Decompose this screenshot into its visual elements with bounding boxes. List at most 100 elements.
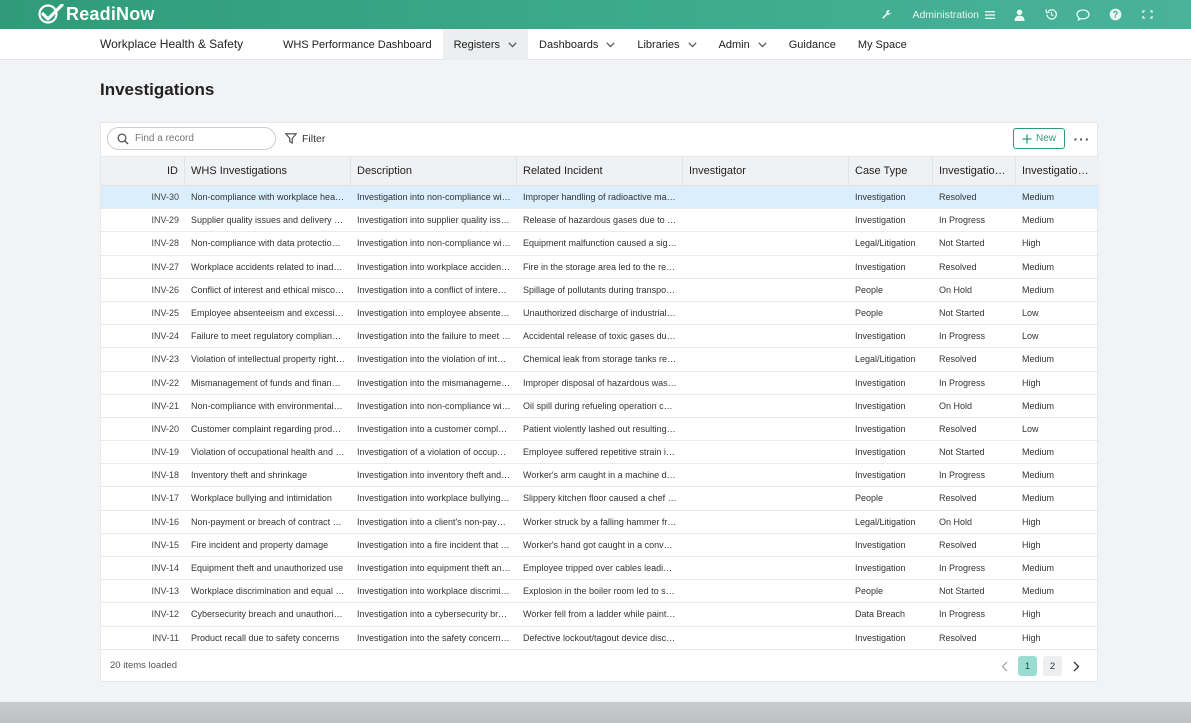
cell-investigation-priority: Medium (1022, 400, 1055, 411)
nav-guidance[interactable]: Guidance (778, 29, 847, 60)
plus-icon (1022, 134, 1032, 143)
investigations-report-panel: Filter New ··· ID WHS Investigations Des… (100, 122, 1099, 682)
cell-description: Investigation into a customer complai... (357, 423, 513, 434)
cell-investigator (683, 186, 849, 208)
app-title[interactable]: Workplace Health & Safety (100, 29, 243, 60)
table-row[interactable]: INV-22 Mismanagement of funds and financi… (101, 372, 1099, 395)
cell-investigator (683, 603, 849, 625)
cell-id: INV-25 (151, 307, 179, 318)
user-icon[interactable] (1003, 0, 1035, 29)
table-row[interactable]: INV-23 Violation of intellectual property… (101, 348, 1099, 372)
cell-case-type: Legal/Litigation (855, 516, 916, 527)
administration-label: Administration (912, 8, 979, 21)
search-input[interactable] (135, 133, 265, 144)
table-row[interactable]: INV-29 Supplier quality issues and delive… (101, 209, 1099, 233)
table-row[interactable]: INV-30 Non-compliance with workplace heal… (101, 186, 1099, 210)
column-header-related-incident[interactable]: Related Incident (517, 157, 683, 186)
column-header-id[interactable]: ID (101, 157, 185, 186)
table-row[interactable]: INV-15 Fire incident and property damage I… (101, 534, 1099, 557)
table-row[interactable]: INV-18 Inventory theft and shrinkage Inves… (101, 464, 1099, 488)
cell-investigator (683, 302, 849, 324)
cell-investigation-priority: Low (1022, 423, 1039, 434)
cell-case-type: Investigation (855, 331, 906, 342)
cell-description: Investigation into the violation of inte… (357, 354, 514, 365)
cell-case-type: Legal/Litigation (855, 238, 916, 249)
column-header-investigation-status[interactable]: Investigation ... (933, 157, 1016, 186)
new-record-button[interactable]: New (1013, 128, 1065, 149)
table-row[interactable]: INV-16 Non-payment or breach of contract … (101, 511, 1099, 534)
chevron-down-icon (758, 41, 767, 47)
nav-whs-performance-dashboard[interactable]: WHS Performance Dashboard (272, 29, 443, 60)
page-button-1[interactable]: 1 (1018, 656, 1037, 676)
help-icon[interactable]: ? (1099, 0, 1131, 29)
cell-id: INV-30 (151, 192, 179, 202)
table-row[interactable]: INV-19 Violation of occupational health a… (101, 441, 1099, 465)
cell-description: Investigation into a client's non-payme.… (357, 516, 517, 527)
column-header-investigation-priority[interactable]: Investigation ... (1016, 157, 1099, 186)
cell-case-type: Investigation (855, 400, 906, 411)
fullscreen-icon[interactable] (1131, 0, 1163, 29)
next-page-icon[interactable] (1065, 656, 1087, 676)
table-row[interactable]: INV-28 Non-compliance with data protectio… (101, 232, 1099, 256)
cell-related-incident: Slippery kitchen floor caused a chef to.… (523, 493, 683, 504)
cell-id: INV-16 (151, 516, 179, 527)
cell-investigator (683, 325, 849, 347)
column-header-investigator[interactable]: Investigator (683, 157, 849, 186)
nav-dashboards[interactable]: Dashboards (528, 29, 626, 60)
table-row[interactable]: INV-26 Conflict of interest and ethical m… (101, 279, 1099, 302)
table-row[interactable]: INV-27 Workplace accidents related to ina… (101, 256, 1099, 279)
cell-id: INV-11 (152, 632, 179, 643)
table-row[interactable]: INV-21 Non-compliance with environmental … (101, 395, 1099, 418)
page-title: Investigations (100, 80, 215, 99)
cell-investigator (683, 418, 849, 440)
table-row[interactable]: INV-14 Equipment theft and unauthorized u… (101, 557, 1099, 581)
grid-body: INV-30 Non-compliance with workplace heal… (101, 186, 1099, 650)
column-header-case-type[interactable]: Case Type (849, 157, 933, 186)
column-header-description[interactable]: Description (351, 157, 517, 186)
cell-whs-investigation: Equipment theft and unauthorized use (191, 563, 344, 573)
table-row[interactable]: INV-11 Product recall due to safety conce… (101, 627, 1099, 650)
cell-investigator (683, 348, 849, 370)
table-row[interactable]: INV-20 Customer complaint regarding produ… (101, 418, 1099, 442)
history-icon[interactable] (1035, 0, 1067, 29)
cell-investigator (683, 232, 849, 254)
cell-investigation-status: Not Started (939, 307, 985, 318)
table-row[interactable]: INV-25 Employee absenteeism and excessive… (101, 302, 1099, 326)
cell-related-incident: Employee suffered repetitive strain inj.… (523, 447, 681, 458)
cell-investigation-status: Not Started (939, 447, 985, 458)
nav-admin[interactable]: Admin (708, 29, 778, 60)
cell-id: INV-18 (151, 470, 179, 481)
wrench-icon[interactable] (870, 0, 902, 29)
cell-investigation-status: Not Started (939, 238, 985, 249)
chat-icon[interactable] (1067, 0, 1099, 29)
table-row[interactable]: INV-12 Cybersecurity breach and unauthori… (101, 603, 1099, 627)
column-header-whs-investigations[interactable]: WHS Investigations (185, 157, 351, 186)
table-row[interactable]: INV-13 Workplace discrimination and equal… (101, 580, 1099, 604)
administration-menu[interactable]: Administration (902, 0, 1003, 29)
page-button-2[interactable]: 2 (1043, 656, 1062, 676)
cell-whs-investigation: Fire incident and property damage (191, 539, 329, 550)
cell-investigator (683, 256, 849, 278)
cell-investigation-status: On Hold (939, 400, 973, 411)
cell-description: Investigation into a conflict of interes… (357, 284, 515, 295)
nav-my-space[interactable]: My Space (847, 29, 918, 60)
cell-investigation-status: In Progress (939, 215, 986, 226)
previous-page-icon[interactable] (993, 656, 1015, 676)
cell-investigator (683, 395, 849, 417)
table-row[interactable]: INV-24 Failure to meet regulatory complia… (101, 325, 1099, 349)
nav-registers[interactable]: Registers (442, 29, 529, 60)
cell-whs-investigation: Non-payment or breach of contract by ... (191, 516, 351, 527)
brand-logo[interactable]: ReadiNow (38, 3, 155, 25)
search-box[interactable] (107, 127, 276, 150)
table-row[interactable]: INV-17 Workplace bullying and intimidatio… (101, 487, 1099, 511)
cell-id: INV-17 (151, 493, 179, 504)
more-options-button[interactable]: ··· (1071, 129, 1093, 149)
cell-related-incident: Fire in the storage area led to the rele… (523, 261, 683, 272)
cell-investigation-status: Not Started (939, 586, 985, 597)
cell-case-type: Investigation (855, 632, 906, 643)
cell-whs-investigation: Customer complaint regarding produc... (191, 423, 350, 434)
nav-libraries[interactable]: Libraries (626, 29, 707, 60)
filter-button[interactable]: Filter (285, 130, 325, 147)
bottom-strip (0, 702, 1191, 723)
cell-investigation-priority: High (1022, 539, 1041, 550)
